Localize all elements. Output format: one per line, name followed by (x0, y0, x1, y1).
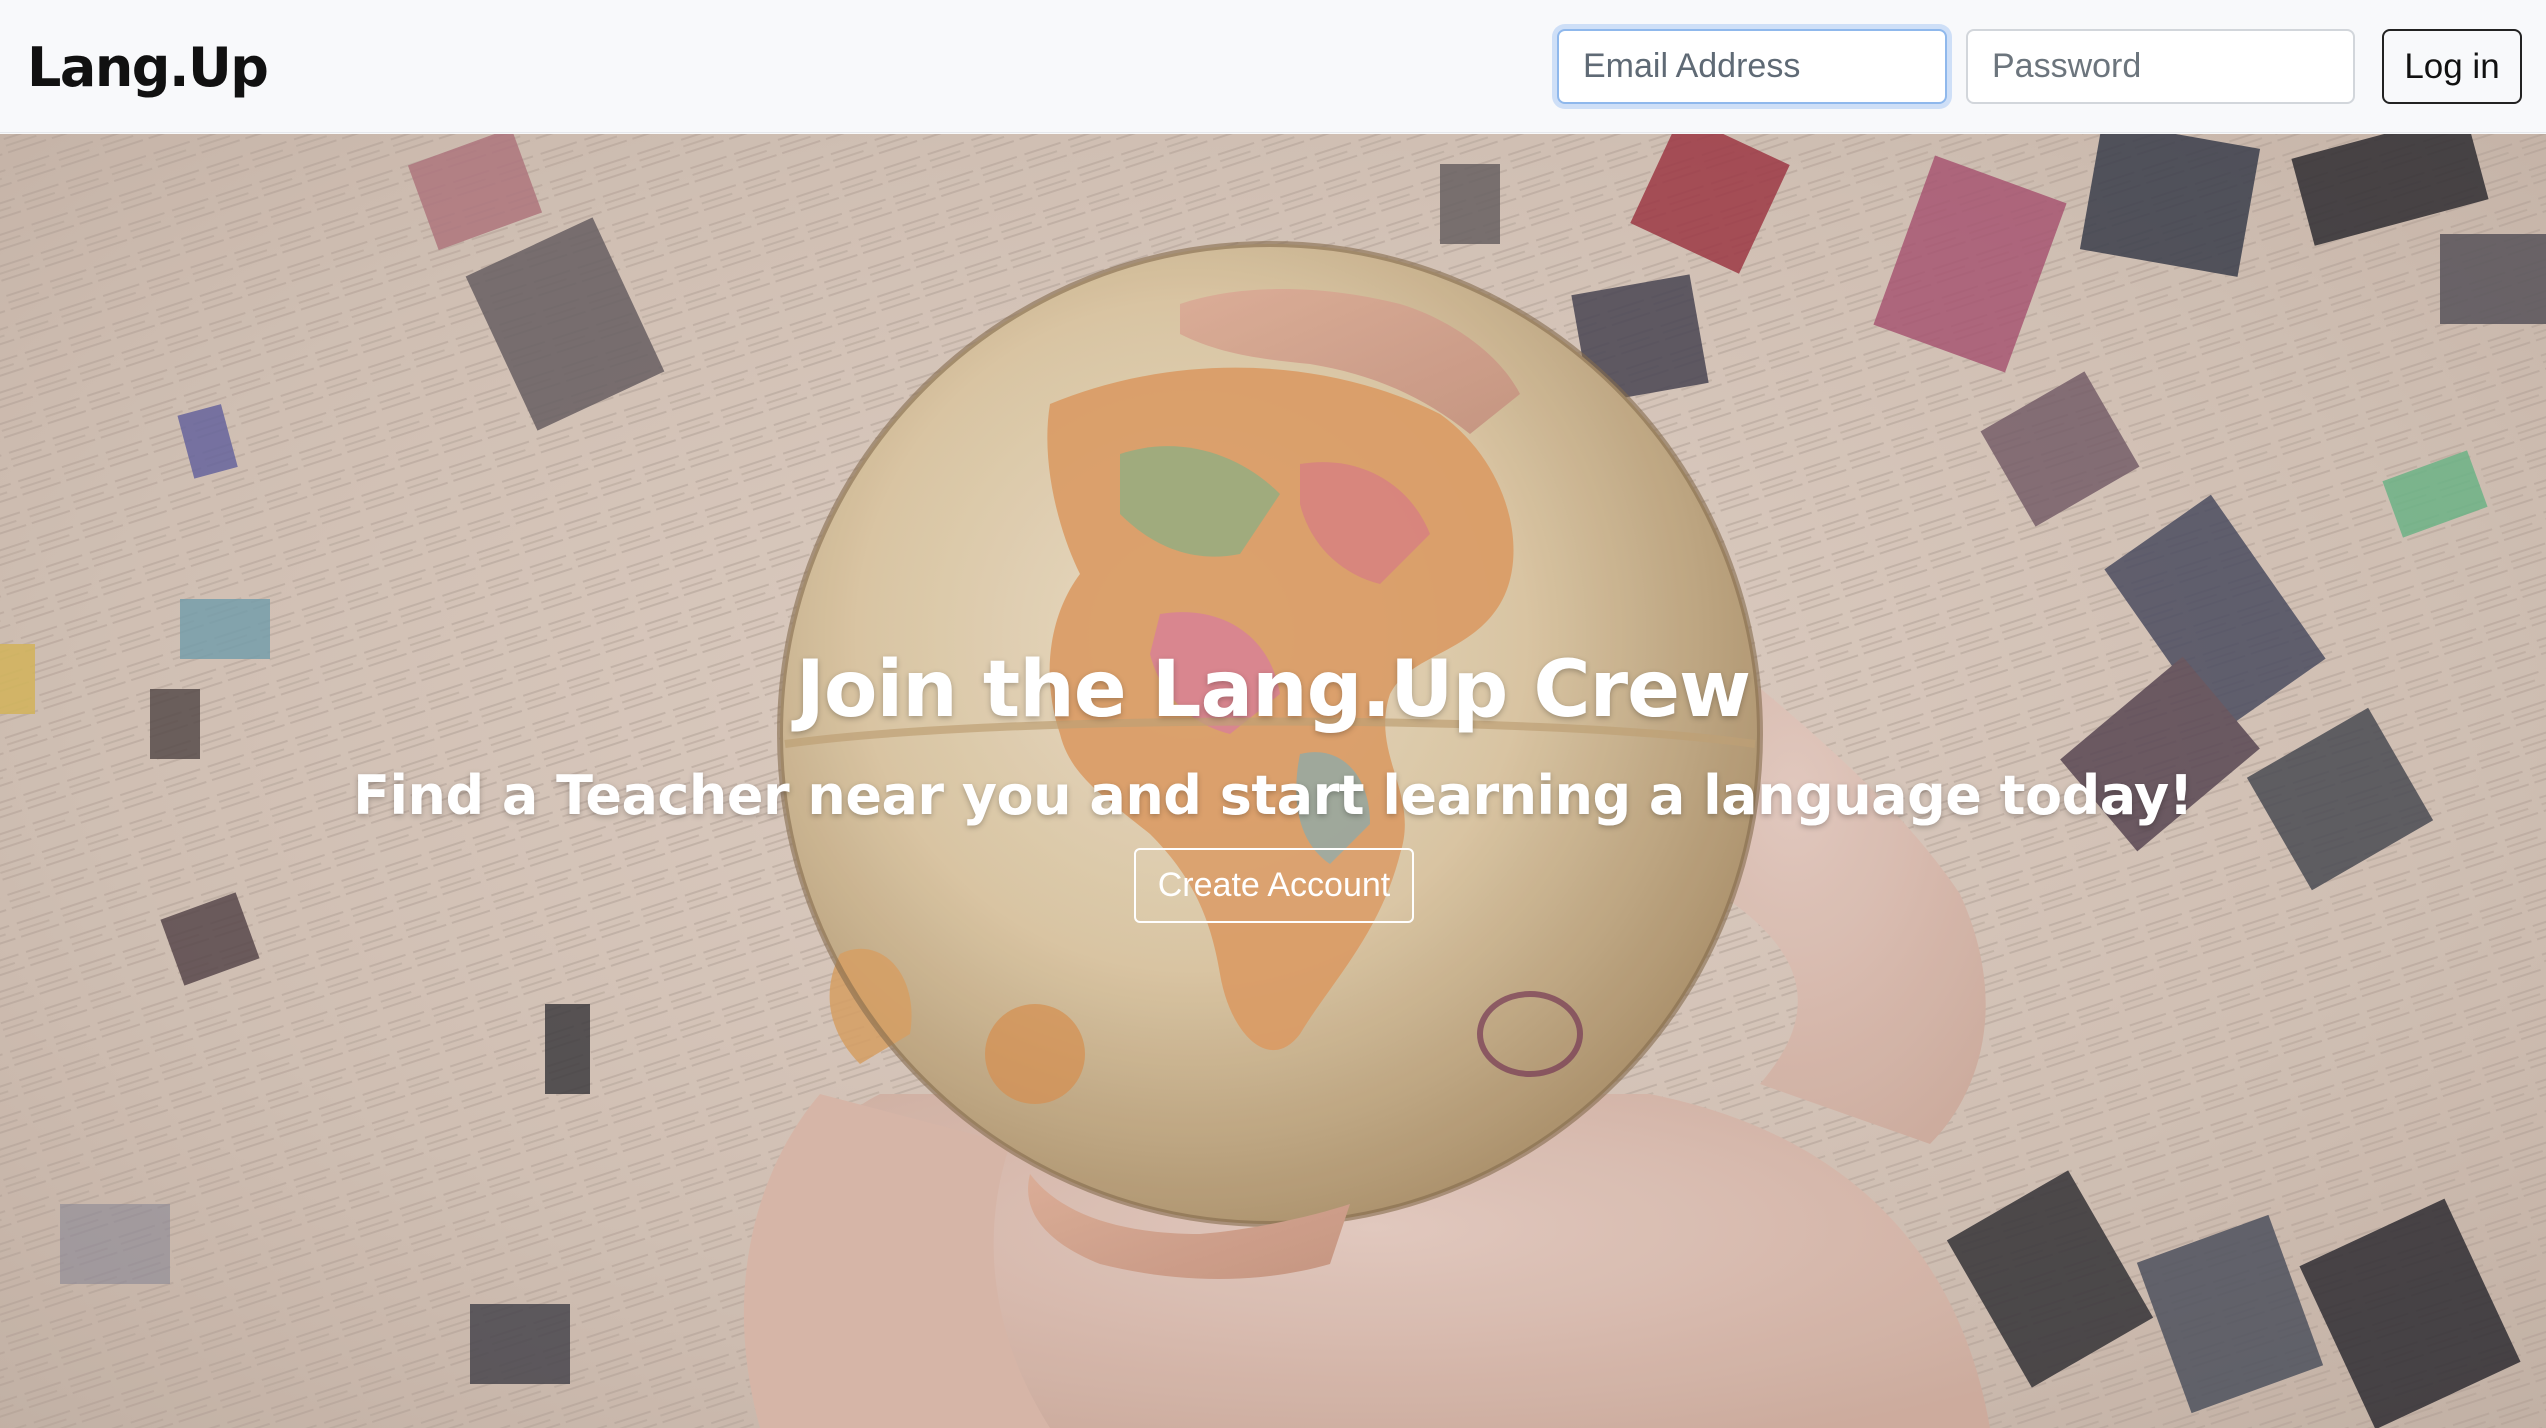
password-input[interactable] (1966, 29, 2355, 104)
hero-title: Join the Lang.Up Crew (795, 645, 1751, 735)
login-button[interactable]: Log in (2382, 29, 2522, 104)
brand-logo[interactable]: Lang.Up (27, 28, 269, 108)
top-navbar: Lang.Up Log in (0, 0, 2546, 133)
hero-subtitle: Find a Teacher near you and start learni… (353, 764, 2193, 827)
create-account-button[interactable]: Create Account (1134, 848, 1414, 923)
email-input[interactable] (1557, 29, 1947, 104)
